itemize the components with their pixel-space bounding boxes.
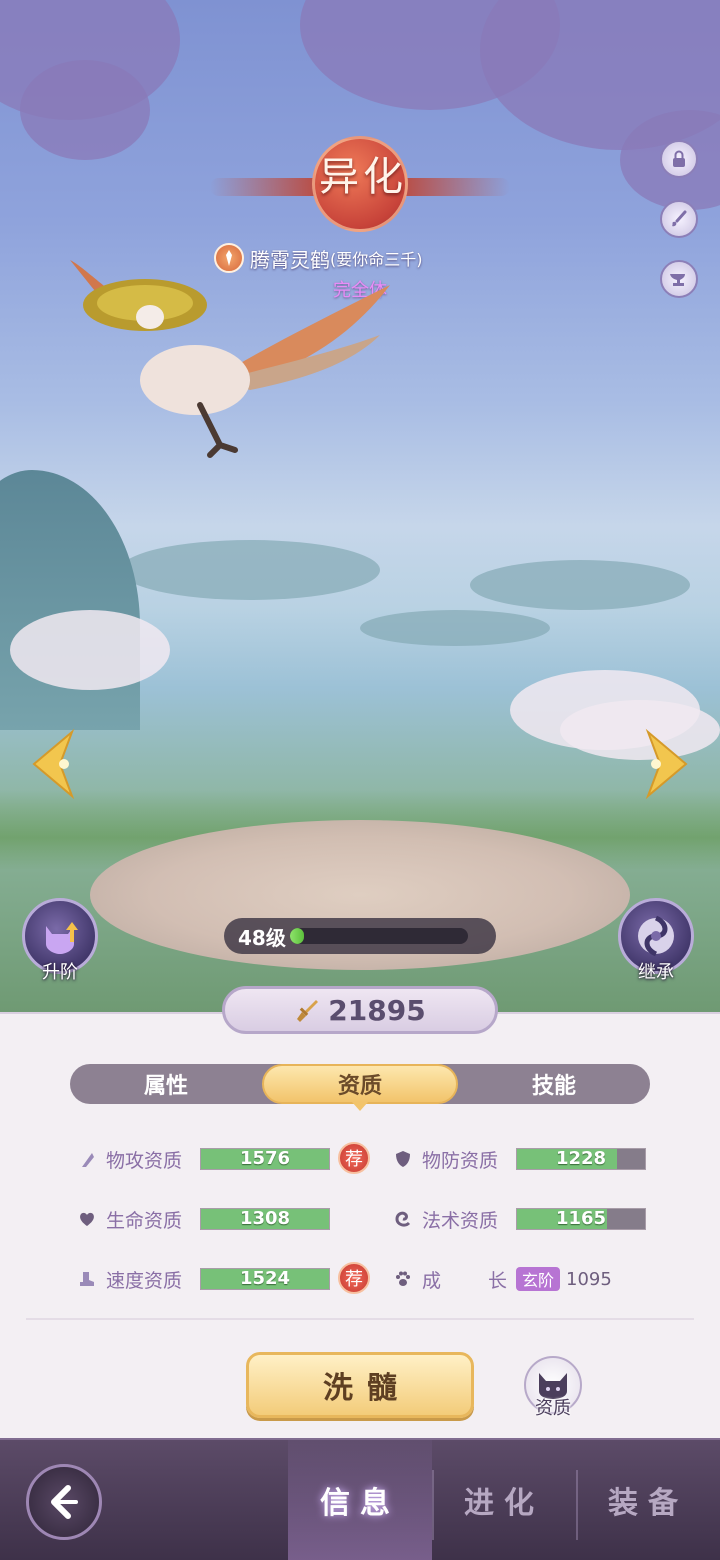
pet-crane-image [70,260,390,458]
stat-value: 1524 [239,1268,291,1289]
divider [26,1318,694,1320]
combat-power-value: 21895 [328,993,426,1027]
distant-island [360,610,550,646]
foliage [20,60,150,160]
level-progress-fill [289,928,305,944]
nav-tab-evolve[interactable]: 进化 [432,1440,576,1560]
tab-attributes[interactable]: 属性 [70,1064,262,1104]
sword-icon [297,1000,319,1022]
advance-label: 升阶 [42,962,78,983]
growth-label-b: 长 [488,1269,508,1292]
level-bar: 48级 [224,918,496,954]
combat-power-plate: 21895 [222,986,498,1034]
stat-value: 1228 [555,1148,607,1169]
stat-bar: 1308 [200,1208,330,1230]
stat-label: 法术资质 [422,1209,499,1232]
advance-cat-icon [46,922,78,954]
recommend-badge: 荐 [338,1262,370,1294]
inherit-swirl-icon [638,915,674,957]
rarity-badge: 异化 [210,130,510,240]
stat-value: 1165 [555,1208,607,1229]
growth-label-a: 成 [422,1269,442,1292]
back-button[interactable] [26,1464,102,1540]
brush-icon[interactable] [660,200,698,238]
inherit-label: 继承 [638,962,674,983]
cloud [10,610,170,690]
level-progress-track [289,928,468,944]
distant-island [470,560,690,610]
stat-value: 1576 [239,1148,291,1169]
stat-physical-defense: 物防资质 1228 [392,1146,646,1172]
detail-tabs: 属性 资质 技能 [70,1064,650,1104]
stat-bar: 1165 [516,1208,646,1230]
recommend-badge: 荐 [338,1142,370,1174]
back-arrow-icon [51,1485,78,1519]
stat-label: 物攻资质 [106,1149,183,1172]
stat-hp: 生命资质 1308 [76,1206,330,1232]
tab-skills[interactable]: 技能 [458,1064,650,1104]
claw-icon [76,1148,98,1170]
stat-bar: 1524 [200,1268,330,1290]
shield-icon [392,1148,414,1170]
nav-tab-info[interactable]: 信息 [288,1440,432,1560]
aptitude-button-label: 资质 [535,1398,571,1419]
nav-tab-equip[interactable]: 装备 [576,1440,720,1560]
stat-bar: 1576 [200,1148,330,1170]
stat-magic: 法术资质 1165 [392,1206,646,1232]
wash-marrow-button[interactable]: 洗髓 [246,1352,474,1418]
anvil-icon[interactable] [660,260,698,298]
paw-icon [392,1268,414,1290]
lock-icon[interactable] [660,140,698,178]
stat-label: 生命资质 [106,1209,183,1232]
heart-icon [76,1208,98,1230]
active-tab-caret [352,1102,368,1111]
stat-speed: 速度资质 1524 [76,1266,330,1292]
level-text: 48级 [238,925,286,950]
stat-label: 速度资质 [106,1269,183,1292]
stat-label: 物防资质 [422,1149,499,1172]
boot-icon [76,1268,98,1290]
rarity-label: 异化 [319,154,407,200]
growth-value: 1095 [566,1268,612,1290]
next-pet-arrow-icon[interactable] [626,728,696,800]
stat-bar: 1228 [516,1148,646,1170]
growth-tier-badge: 玄阶 [516,1267,561,1291]
stat-value: 1308 [239,1208,291,1229]
previous-pet-arrow-icon[interactable] [24,728,94,800]
distant-island [120,540,380,600]
stat-physical-attack: 物攻资质 1576 [76,1146,330,1172]
stat-growth: 成 长 玄阶 1095 [392,1266,612,1292]
cliff [0,470,140,730]
tab-aptitude[interactable]: 资质 [262,1064,458,1104]
spiral-icon [392,1208,414,1230]
